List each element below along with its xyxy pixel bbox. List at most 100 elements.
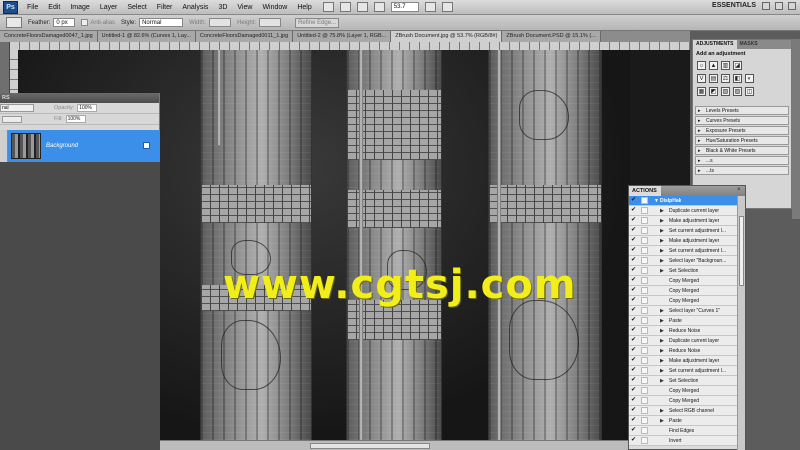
dialog-toggle[interactable] (641, 267, 648, 274)
dialog-toggle[interactable] (641, 197, 648, 204)
toggle-check-icon[interactable]: ✔ (631, 217, 638, 224)
actions-scrollbar[interactable] (737, 196, 745, 450)
action-row[interactable]: ✔ ▶ Set Selection (629, 376, 739, 386)
opacity-input[interactable]: 100% (77, 104, 98, 112)
toggle-check-icon[interactable]: ✔ (631, 197, 638, 204)
menu-file[interactable]: File (22, 4, 43, 11)
toggle-check-icon[interactable]: ✔ (631, 307, 638, 314)
disclosure-triangle-icon[interactable]: ▶ (660, 318, 666, 324)
menu-3d[interactable]: 3D (213, 4, 232, 11)
antialias-checkbox[interactable] (81, 19, 89, 26)
posterize-icon[interactable]: ◩ (709, 87, 718, 96)
toggle-check-icon[interactable]: ✔ (631, 267, 638, 274)
disclosure-triangle-icon[interactable]: ▶ (660, 408, 666, 414)
toggle-check-icon[interactable]: ✔ (631, 337, 638, 344)
toggle-check-icon[interactable]: ✔ (631, 247, 638, 254)
bridge-icon[interactable] (322, 2, 334, 12)
menu-select[interactable]: Select (122, 4, 151, 11)
toggle-check-icon[interactable]: ✔ (631, 317, 638, 324)
action-row[interactable]: ✔ ▶ Duplicate current layer (629, 336, 739, 346)
action-row[interactable]: ✔ ▶ Make adjustment layer (629, 356, 739, 366)
black-white-icon[interactable]: ◧ (733, 74, 742, 83)
toggle-check-icon[interactable]: ✔ (631, 327, 638, 334)
doc-tab[interactable]: ConcreteFloorsDamaged0047_1.jpg (0, 31, 98, 42)
menu-filter[interactable]: Filter (152, 4, 178, 11)
action-row[interactable]: ✔ ▶ Paste (629, 416, 739, 426)
dialog-toggle[interactable] (641, 297, 648, 304)
doc-tab[interactable]: Untitled-1 @ 82.6% (Curves 1, Lay... (97, 31, 196, 42)
disclosure-triangle-icon[interactable]: ▶ (660, 338, 666, 344)
layers-tab[interactable]: RS (0, 93, 159, 103)
doc-tab[interactable]: ZBrush Document.PSD @ 15.1% (... (502, 31, 601, 42)
toggle-check-icon[interactable]: ✔ (631, 277, 638, 284)
dialog-toggle[interactable] (641, 217, 648, 224)
action-row[interactable]: ✔ ▶ Duplicate current layer (629, 206, 739, 216)
action-row[interactable]: ✔ ▶ Paste (629, 316, 739, 326)
dialog-toggle[interactable] (641, 307, 648, 314)
tab-actions[interactable]: ACTIONS (629, 186, 661, 196)
vibrance-icon[interactable]: V (697, 74, 706, 83)
dialog-toggle[interactable] (641, 257, 648, 264)
action-row[interactable]: ✔▶Copy Merged (629, 296, 739, 306)
action-row[interactable]: ✔ ▶ Reduce Noise (629, 346, 739, 356)
marquee-tool-icon[interactable] (6, 17, 22, 28)
dialog-toggle[interactable] (641, 237, 648, 244)
toggle-check-icon[interactable]: ✔ (631, 367, 638, 374)
disclosure-triangle-icon[interactable]: ▶ (660, 208, 666, 214)
disclosure-triangle-icon[interactable]: ▶ (660, 308, 666, 314)
maximize-icon[interactable] (775, 2, 783, 10)
toggle-check-icon[interactable]: ✔ (631, 207, 638, 214)
selective-color-icon[interactable]: ◫ (745, 87, 754, 96)
scrollbar-thumb[interactable] (310, 443, 430, 449)
action-row[interactable]: ✔▶Invert (629, 436, 739, 446)
dialog-toggle[interactable] (641, 207, 648, 214)
scrollbar-thumb[interactable] (739, 216, 744, 286)
dialog-toggle[interactable] (641, 227, 648, 234)
minibridge-icon[interactable] (339, 2, 351, 12)
action-row[interactable]: ✔ ▶ Select layer "Curves 1" (629, 306, 739, 316)
toggle-check-icon[interactable]: ✔ (631, 287, 638, 294)
preset-item[interactable]: Exposure Presets (695, 126, 789, 135)
action-set-row[interactable]: ✔ ▼ DislpHak (629, 196, 739, 206)
action-row[interactable]: ✔ ▶ Select layer "Backgroun... (629, 256, 739, 266)
doc-tab-active[interactable]: ZBrush Document.jpg @ 53.7% (RGB/8#) (391, 31, 503, 42)
dialog-toggle[interactable] (641, 287, 648, 294)
photo-filter-icon[interactable]: ◐ (745, 74, 754, 83)
zoom-icon[interactable] (373, 2, 385, 12)
hand-icon[interactable] (356, 2, 368, 12)
dialog-toggle[interactable] (641, 407, 648, 414)
toggle-check-icon[interactable]: ✔ (631, 237, 638, 244)
horizontal-ruler[interactable] (10, 42, 690, 50)
disclosure-triangle-icon[interactable]: ▶ (660, 378, 666, 384)
dialog-toggle[interactable] (641, 277, 648, 284)
collapsed-panels-strip[interactable] (792, 39, 800, 219)
exposure-icon[interactable]: ◪ (733, 61, 742, 70)
preset-item[interactable]: Hue/Saturation Presets (695, 136, 789, 145)
height-input[interactable] (259, 18, 282, 27)
fill-input[interactable]: 100% (65, 115, 86, 123)
action-row[interactable]: ✔ ▶ Set current adjustment l... (629, 246, 739, 256)
style-select[interactable]: Normal (139, 18, 184, 27)
dialog-toggle[interactable] (641, 427, 648, 434)
disclosure-triangle-icon[interactable]: ▶ (660, 268, 666, 274)
close-icon[interactable]: × (737, 187, 743, 194)
action-row[interactable]: ✔▶Copy Merged (629, 386, 739, 396)
doc-tab[interactable]: Untitled-2 @ 75.8% (Layer 1, RGB... (293, 31, 392, 42)
toggle-check-icon[interactable]: ✔ (631, 357, 638, 364)
action-row[interactable]: ✔▶Copy Merged (629, 396, 739, 406)
levels-icon[interactable]: ▲ (709, 61, 718, 70)
disclosure-triangle-icon[interactable]: ▶ (660, 248, 666, 254)
doc-tab[interactable]: ConcreteFloorsDamaged0011_1.jpg (195, 31, 294, 42)
disclosure-triangle-icon[interactable]: ▶ (660, 368, 666, 374)
action-row[interactable]: ✔ ▶ Set current adjustment l... (629, 226, 739, 236)
action-row[interactable]: ✔ ▶ Make adjustment layer (629, 216, 739, 226)
action-row[interactable]: ✔ ▶ Select RGB channel (629, 406, 739, 416)
action-row[interactable]: ✔▶Find Edges (629, 426, 739, 436)
action-row[interactable]: ✔ ▶ Make adjustment layer (629, 236, 739, 246)
toggle-check-icon[interactable]: ✔ (631, 397, 638, 404)
toggle-check-icon[interactable]: ✔ (631, 427, 638, 434)
toggle-check-icon[interactable]: ✔ (631, 387, 638, 394)
minimize-icon[interactable] (762, 2, 770, 10)
action-row[interactable]: ✔▶Copy Merged (629, 276, 739, 286)
dialog-toggle[interactable] (641, 337, 648, 344)
